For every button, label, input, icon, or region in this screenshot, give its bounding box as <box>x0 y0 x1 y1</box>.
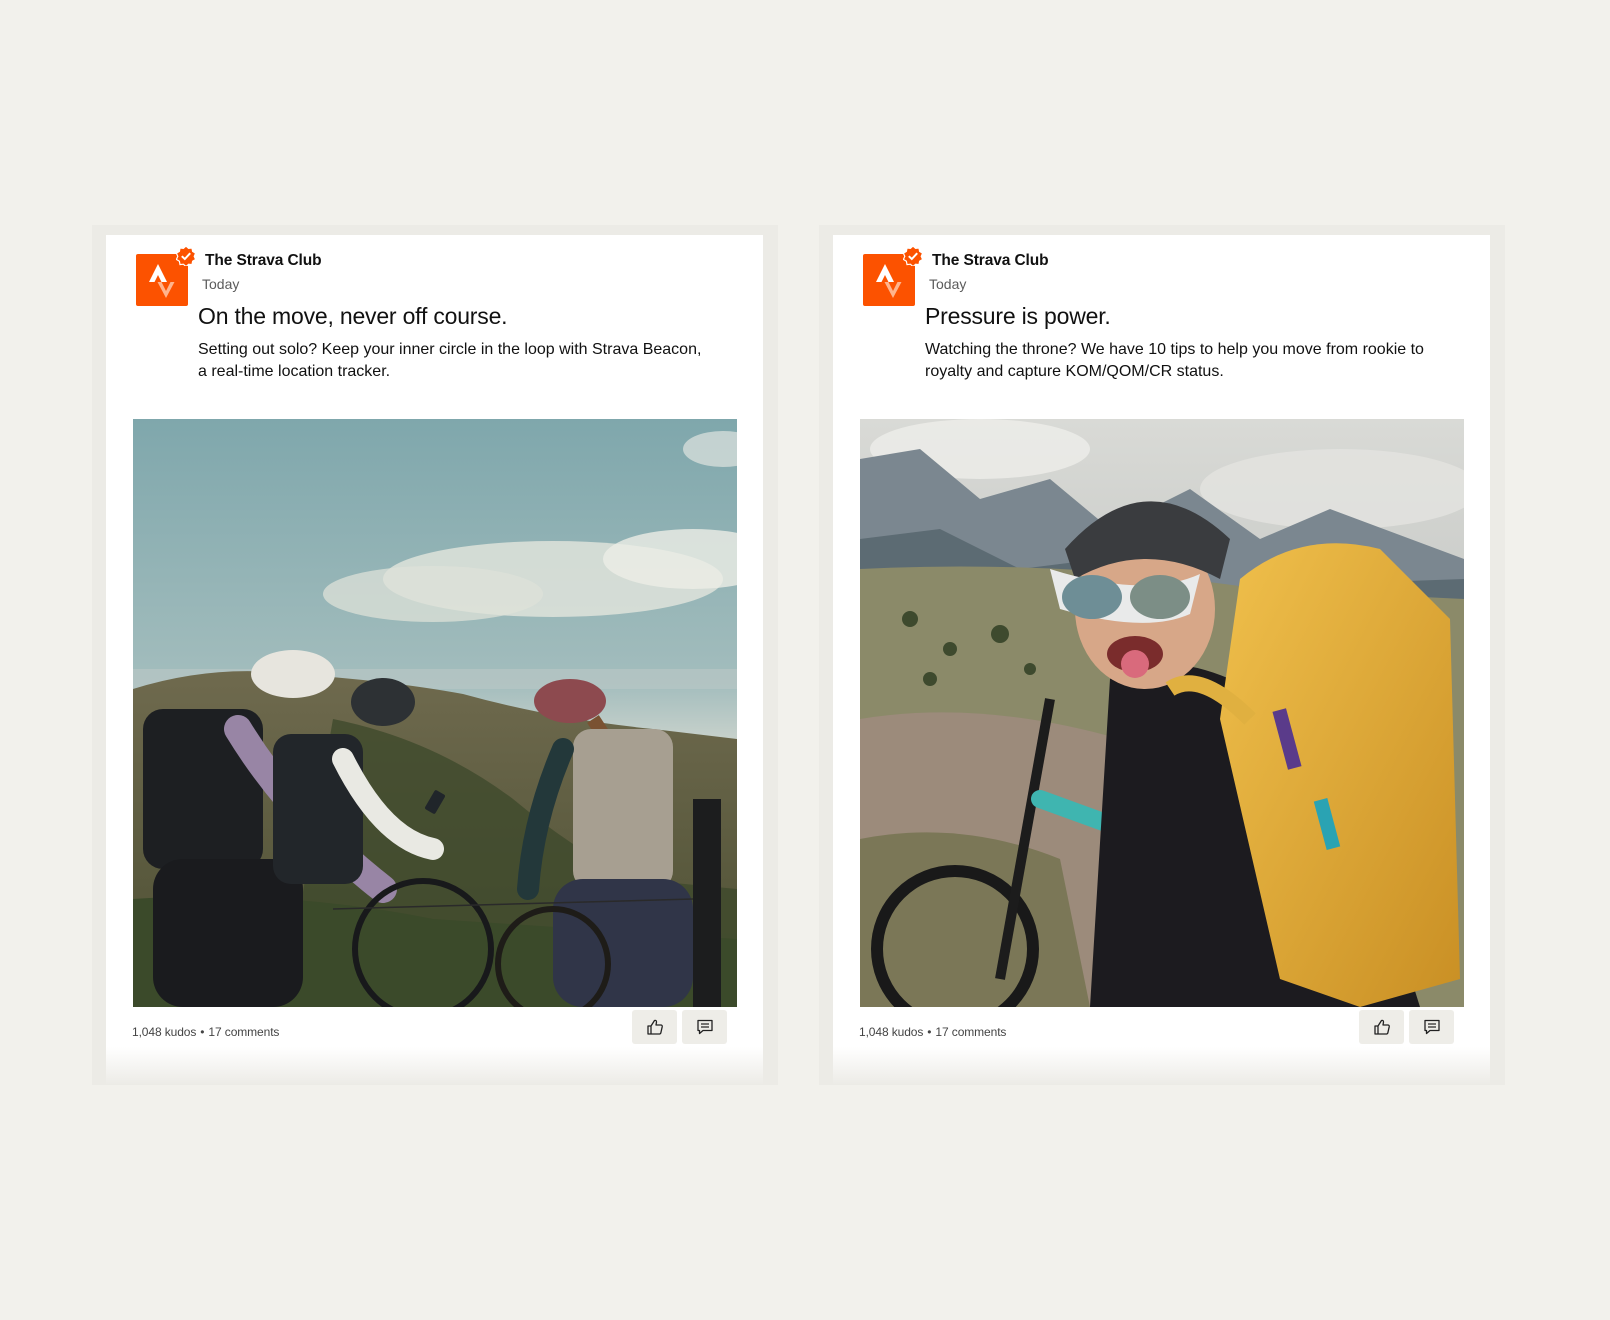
post-body: Watching the throne? We have 10 tips to … <box>925 341 1424 380</box>
post-stats: 1,048 kudos • 17 comments <box>132 1025 279 1039</box>
post-title[interactable]: On the move, never off course. <box>198 303 508 330</box>
post-card: The Strava Club Today Pressure is power.… <box>833 235 1490 1085</box>
cyclists-photo-illustration <box>133 419 737 1007</box>
strava-logo-icon <box>876 264 902 298</box>
post-title[interactable]: Pressure is power. <box>925 303 1111 330</box>
comment-button[interactable] <box>682 1010 727 1044</box>
verified-badge-icon <box>176 246 196 266</box>
verified-badge-icon <box>903 246 923 266</box>
post-photo[interactable] <box>133 419 737 1007</box>
stats-separator: • <box>927 1025 932 1039</box>
post-time: Today <box>929 276 967 292</box>
kudos-count[interactable]: 1,048 kudos <box>132 1025 196 1039</box>
stats-separator: • <box>200 1025 205 1039</box>
comment-icon <box>1423 1019 1440 1035</box>
kudos-button[interactable] <box>632 1010 677 1044</box>
club-avatar[interactable] <box>136 246 196 306</box>
kudos-button[interactable] <box>1359 1010 1404 1044</box>
club-avatar[interactable] <box>863 246 923 306</box>
post-card-frame: The Strava Club Today On the move, never… <box>92 225 778 1085</box>
strava-logo-icon <box>149 264 175 298</box>
comments-count[interactable]: 17 comments <box>935 1025 1006 1039</box>
comment-icon <box>696 1019 713 1035</box>
thumbs-up-icon <box>646 1019 663 1035</box>
club-name[interactable]: The Strava Club <box>932 252 1049 270</box>
thumbs-up-icon <box>1373 1019 1390 1035</box>
post-stats: 1,048 kudos • 17 comments <box>859 1025 1006 1039</box>
comment-button[interactable] <box>1409 1010 1454 1044</box>
post-photo[interactable] <box>860 419 1464 1007</box>
post-body: Setting out solo? Keep your inner circle… <box>198 341 702 380</box>
mountain-biker-photo-illustration <box>860 419 1464 1007</box>
kudos-count[interactable]: 1,048 kudos <box>859 1025 923 1039</box>
post-card: The Strava Club Today On the move, never… <box>106 235 763 1085</box>
club-name[interactable]: The Strava Club <box>205 252 322 270</box>
post-card-frame: The Strava Club Today Pressure is power.… <box>819 225 1505 1085</box>
comments-count[interactable]: 17 comments <box>208 1025 279 1039</box>
post-time: Today <box>202 276 240 292</box>
